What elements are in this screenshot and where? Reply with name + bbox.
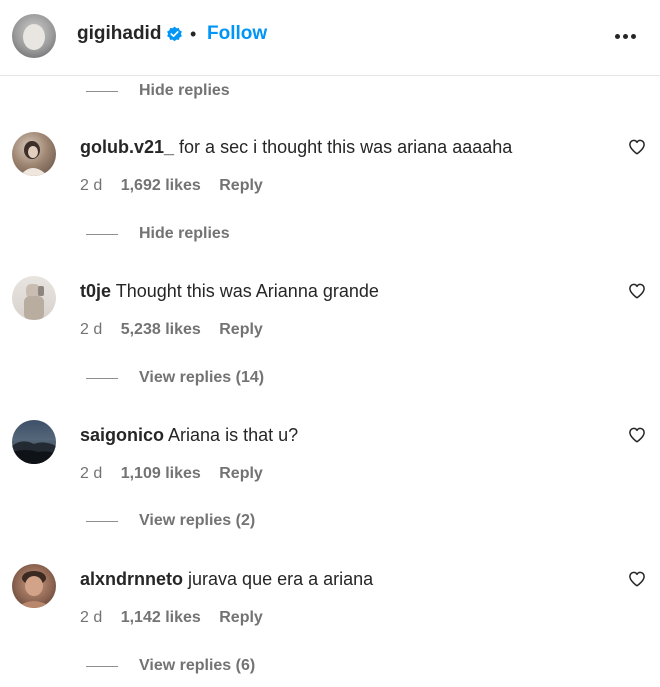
comment-meta: 2 d 1,142 likes Reply bbox=[80, 608, 263, 628]
reply-button[interactable]: Reply bbox=[219, 177, 263, 194]
comment-time: 2 d bbox=[80, 609, 103, 626]
comment-text: Ariana is that u? bbox=[168, 425, 299, 445]
comment-item: alxndrnneto jurava que era a ariana 2 d … bbox=[0, 564, 660, 664]
comment-time: 2 d bbox=[80, 321, 103, 338]
commenter-avatar[interactable] bbox=[12, 420, 56, 464]
comments-panel: gigihadid • Follow Hide replies golub.v2… bbox=[0, 0, 660, 687]
commenter-username[interactable]: t0je bbox=[80, 281, 111, 301]
replies-divider-line bbox=[86, 666, 118, 667]
comment-item: saigonico Ariana is that u? 2 d 1,109 li… bbox=[0, 420, 660, 520]
follow-button[interactable]: Follow bbox=[207, 22, 267, 46]
avatar-photo bbox=[16, 571, 52, 608]
comment-time: 2 d bbox=[80, 177, 103, 194]
author-username[interactable]: gigihadid bbox=[77, 22, 161, 46]
comment-item: golub.v21_ for a sec i thought this was … bbox=[0, 132, 660, 232]
avatar-photo bbox=[20, 141, 48, 176]
header-separator: • bbox=[190, 24, 197, 44]
reply-button[interactable]: Reply bbox=[219, 321, 263, 338]
commenter-avatar[interactable] bbox=[12, 132, 56, 176]
comment-body: t0je Thought this was Arianna grande bbox=[80, 279, 379, 303]
comment-likes[interactable]: 1,142 likes bbox=[121, 609, 201, 626]
replies-toggle-label: View replies (2) bbox=[139, 512, 256, 529]
comment-likes[interactable]: 1,109 likes bbox=[121, 465, 201, 482]
comment-time: 2 d bbox=[80, 465, 103, 482]
comment-body: saigonico Ariana is that u? bbox=[80, 423, 298, 447]
commenter-avatar[interactable] bbox=[12, 276, 56, 320]
replies-divider-line bbox=[86, 234, 118, 235]
replies-divider-line bbox=[86, 521, 118, 522]
avatar-photo bbox=[24, 284, 44, 320]
commenter-username[interactable]: golub.v21_ bbox=[80, 137, 174, 157]
replies-divider-line bbox=[86, 91, 118, 92]
like-heart-icon[interactable] bbox=[628, 138, 646, 156]
commenter-avatar[interactable] bbox=[12, 564, 56, 608]
comment-meta: 2 d 5,238 likes Reply bbox=[80, 320, 263, 340]
comment-body: alxndrnneto jurava que era a ariana bbox=[80, 567, 373, 591]
verified-badge-icon bbox=[167, 26, 182, 42]
comment-item: t0je Thought this was Arianna grande 2 d… bbox=[0, 276, 660, 376]
post-header: gigihadid • Follow bbox=[0, 0, 660, 76]
hide-replies-label: Hide replies bbox=[139, 82, 230, 99]
like-heart-icon[interactable] bbox=[628, 426, 646, 444]
replies-toggle-label: View replies (14) bbox=[139, 369, 265, 386]
author-avatar[interactable] bbox=[12, 14, 56, 58]
reply-button[interactable]: Reply bbox=[219, 465, 263, 482]
comment-text: for a sec i thought this was ariana aaaa… bbox=[179, 137, 513, 157]
like-heart-icon[interactable] bbox=[628, 570, 646, 588]
author-avatar-face bbox=[23, 24, 45, 50]
reply-button[interactable]: Reply bbox=[219, 609, 263, 626]
replies-toggle-label: Hide replies bbox=[139, 225, 230, 242]
replies-divider-line bbox=[86, 378, 118, 379]
replies-toggle-label: View replies (6) bbox=[139, 657, 256, 674]
comment-body: golub.v21_ for a sec i thought this was … bbox=[80, 135, 512, 159]
commenter-username[interactable]: saigonico bbox=[80, 425, 164, 445]
comment-text: jurava que era a ariana bbox=[188, 569, 374, 589]
like-heart-icon[interactable] bbox=[628, 282, 646, 300]
avatar-photo bbox=[12, 441, 56, 464]
comment-likes[interactable]: 5,238 likes bbox=[121, 321, 201, 338]
commenter-username[interactable]: alxndrnneto bbox=[80, 569, 183, 589]
comment-likes[interactable]: 1,692 likes bbox=[121, 177, 201, 194]
more-options-icon[interactable] bbox=[612, 26, 640, 46]
comment-text: Thought this was Arianna grande bbox=[115, 281, 379, 301]
comment-meta: 2 d 1,109 likes Reply bbox=[80, 464, 263, 484]
comment-meta: 2 d 1,692 likes Reply bbox=[80, 176, 263, 196]
